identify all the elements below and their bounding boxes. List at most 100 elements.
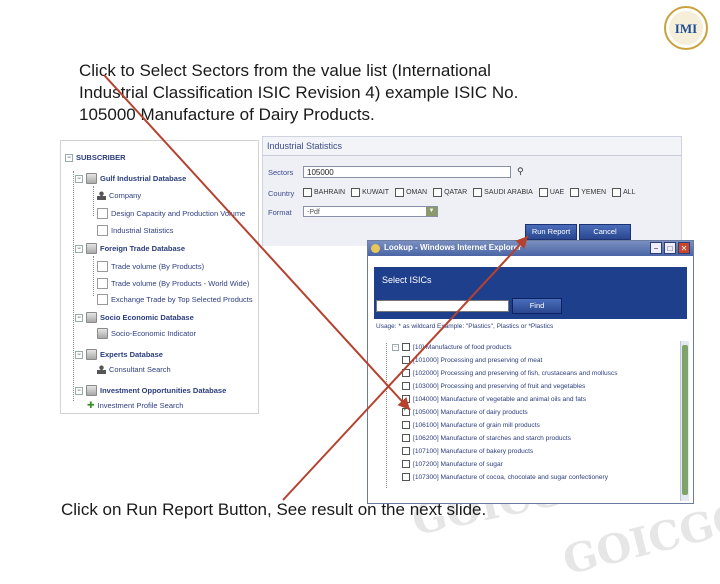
collapse-icon[interactable]: − — [75, 350, 83, 359]
indicator-icon — [97, 328, 108, 339]
isic-checkbox[interactable] — [402, 382, 410, 390]
lookup-header-title: Select ISICs — [382, 275, 432, 285]
collapse-icon[interactable]: − — [65, 153, 73, 162]
tree-item-consultant-search[interactable]: Consultant Search — [97, 365, 171, 374]
list-item[interactable]: [101000] Processing and preserving of me… — [402, 356, 542, 364]
tree-item-exchange-trade[interactable]: Exchange Trade by Top Selected Products — [97, 294, 253, 305]
isic-checkbox[interactable] — [402, 356, 410, 364]
tree-item-label: Consultant Search — [109, 365, 171, 374]
database-icon — [86, 173, 97, 184]
tree-item-industrial-statistics[interactable]: Industrial Statistics — [97, 225, 174, 236]
tree-subscriber[interactable]: − SUBSCRIBER — [65, 153, 126, 162]
list-item[interactable]: [107200] Manufacture of sugar — [402, 460, 503, 468]
database-icon — [86, 312, 97, 323]
database-icon — [86, 385, 97, 396]
tree-item-trade-volume-products[interactable]: Trade volume (By Products) — [97, 261, 204, 272]
cancel-button[interactable]: Cancel — [579, 224, 631, 240]
sectors-input[interactable]: 105000 — [303, 166, 511, 178]
list-item[interactable]: [102000] Processing and preserving of fi… — [402, 369, 618, 377]
tree-item-trade-volume-worldwide[interactable]: Trade volume (By Products - World Wide) — [97, 278, 249, 289]
close-icon[interactable]: ✕ — [678, 242, 690, 254]
document-icon — [97, 278, 108, 289]
list-item[interactable]: [107300] Manufacture of cocoa, chocolate… — [402, 473, 608, 481]
format-label: Format — [268, 208, 292, 217]
sectors-label: Sectors — [268, 168, 294, 177]
lookup-window: Lookup - Windows Internet Explorer − □ ✕… — [367, 240, 694, 504]
list-item[interactable]: − [10] Manufacture of food products — [392, 343, 512, 351]
format-select[interactable]: -Pdf ▼ — [303, 206, 438, 217]
tree-item-label: Socio-Economic Indicator — [111, 329, 197, 338]
usage-hint: Usage: * as wildcard Example: "Plastics"… — [374, 319, 689, 335]
collapse-icon[interactable]: − — [75, 174, 83, 183]
tree-foreign-trade[interactable]: − Foreign Trade Database — [75, 243, 185, 254]
country-checkbox[interactable]: BAHRAIN — [303, 188, 345, 197]
isic-checkbox[interactable] — [402, 369, 410, 377]
country-label: Country — [268, 189, 295, 198]
country-checkbox[interactable]: QATAR — [433, 188, 467, 197]
tree-item-label: Investment Profile Search — [97, 401, 184, 410]
report-form: Sectors 105000 ⚲ Country BAHRAIN KUWAIT … — [263, 155, 681, 246]
chevron-down-icon[interactable]: ▼ — [426, 207, 437, 216]
country-checkbox[interactable]: KUWAIT — [351, 188, 389, 197]
tree-item-company[interactable]: Company — [97, 191, 141, 200]
minimize-icon[interactable]: − — [650, 242, 662, 254]
isic-checkbox[interactable] — [402, 343, 410, 351]
document-icon — [97, 225, 108, 236]
isic-checkbox-checked[interactable] — [402, 408, 410, 416]
tree-item-label: Industrial Statistics — [111, 226, 174, 235]
isic-checkbox[interactable] — [402, 434, 410, 442]
tree-foreign-trade-label: Foreign Trade Database — [100, 244, 186, 253]
tree-socio-economic[interactable]: − Socio Economic Database — [75, 312, 194, 323]
tree-item-socio-indicator[interactable]: Socio-Economic Indicator — [97, 328, 196, 339]
lookup-window-title: Lookup - Windows Internet Explorer — [384, 243, 522, 252]
instruction-top: Click to Select Sectors from the value l… — [79, 61, 519, 124]
list-item[interactable]: [103000] Processing and preserving of fr… — [402, 382, 585, 390]
country-checkbox[interactable]: ALL — [612, 188, 636, 197]
scrollbar-thumb[interactable] — [682, 345, 688, 495]
tree-investment[interactable]: − Investment Opportunities Database — [75, 385, 226, 396]
list-item[interactable]: [105000] Manufacture of dairy products — [402, 408, 528, 416]
run-report-button[interactable]: Run Report — [525, 224, 577, 240]
document-icon — [97, 294, 108, 305]
collapse-icon[interactable]: − — [75, 244, 83, 253]
tree-item-investment-profile[interactable]: ✚ Investment Profile Search — [87, 400, 184, 411]
tree-subscriber-label: SUBSCRIBER — [76, 153, 126, 162]
lookup-titlebar[interactable]: Lookup - Windows Internet Explorer − □ ✕ — [368, 241, 693, 256]
industrial-statistics-panel: Industrial Statistics Sectors 105000 ⚲ C… — [262, 136, 682, 246]
list-item[interactable]: [106100] Manufacture of grain mill produ… — [402, 421, 540, 429]
consultant-icon — [97, 365, 106, 374]
isic-search-input[interactable] — [376, 300, 509, 312]
isic-checkbox[interactable] — [402, 421, 410, 429]
collapse-icon[interactable]: − — [75, 386, 83, 395]
isic-checkbox[interactable] — [402, 395, 410, 403]
country-checkbox[interactable]: YEMEN — [570, 188, 606, 197]
tree-item-label: Trade volume (By Products) — [111, 262, 205, 271]
collapse-icon[interactable]: − — [75, 313, 83, 322]
lookup-search-header: Select ISICs Find Usage: * as wildcard E… — [374, 267, 689, 335]
list-item[interactable]: [104000] Manufacture of vegetable and an… — [402, 395, 586, 403]
lookup-scrollbar[interactable] — [680, 341, 689, 501]
tree-experts[interactable]: − Experts Database — [75, 349, 163, 360]
tree-gulf-industrial[interactable]: − Gulf Industrial Database — [75, 173, 186, 184]
country-checkbox[interactable]: OMAN — [395, 188, 427, 197]
list-item[interactable]: [107100] Manufacture of bakery products — [402, 447, 533, 455]
company-icon — [97, 191, 106, 200]
collapse-icon[interactable]: − — [392, 343, 399, 351]
isic-checkbox[interactable] — [402, 473, 410, 481]
investment-icon: ✚ — [87, 400, 95, 410]
panel-title: Industrial Statistics — [267, 141, 343, 151]
maximize-icon[interactable]: □ — [664, 242, 676, 254]
list-item[interactable]: [106200] Manufacture of starches and sta… — [402, 434, 571, 442]
country-checkbox[interactable]: SAUDI ARABIA — [473, 188, 533, 197]
country-checkbox[interactable]: UAE — [538, 188, 564, 197]
lookup-binoculars-icon[interactable]: ⚲ — [517, 166, 524, 177]
isic-checkbox[interactable] — [402, 447, 410, 455]
tree-item-label: Design Capacity and Production Volume — [111, 209, 246, 218]
tree-item-label: Exchange Trade by Top Selected Products — [111, 295, 253, 304]
document-icon — [97, 261, 108, 272]
find-button[interactable]: Find — [512, 298, 562, 314]
logo-text: IMI — [675, 21, 697, 36]
tree-item-design-capacity[interactable]: Design Capacity and Production Volume — [97, 208, 245, 219]
isic-checkbox[interactable] — [402, 460, 410, 468]
tree-socio-economic-label: Socio Economic Database — [100, 313, 194, 322]
